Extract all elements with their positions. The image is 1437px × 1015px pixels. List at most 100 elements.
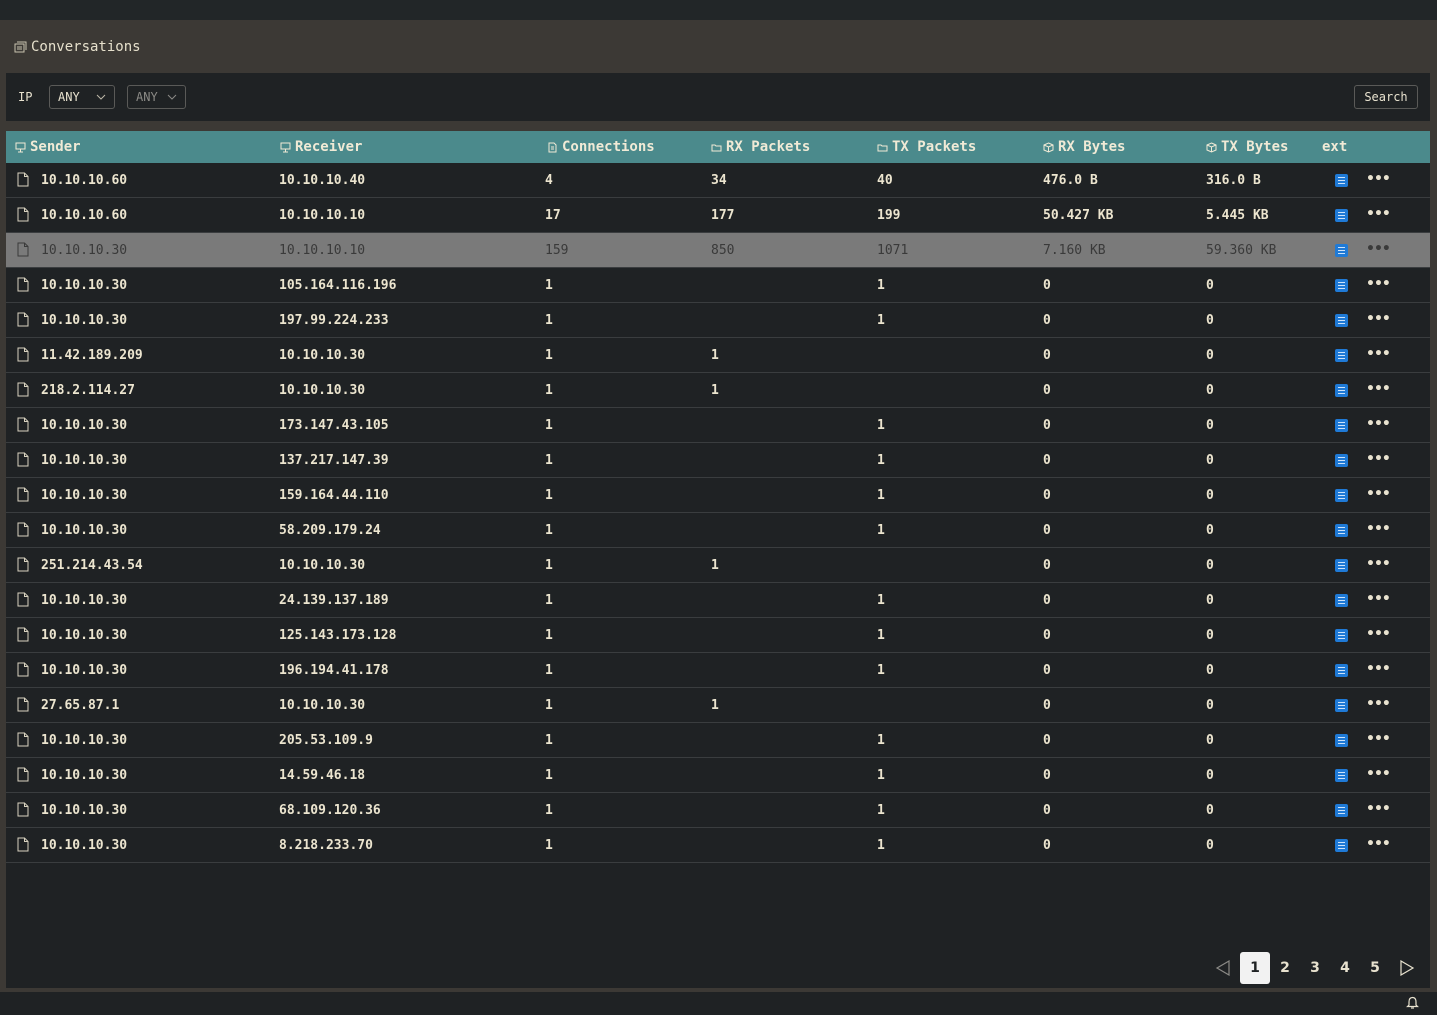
column-header-connections[interactable]: Connections [547,131,655,163]
ip-select-1-value: ANY [58,90,80,104]
more-options-icon[interactable]: ••• [1366,767,1391,782]
cell-receiver: 24.139.137.189 [279,592,389,608]
page-1-button[interactable]: 1 [1240,952,1270,984]
file-icon [17,242,29,257]
more-options-icon[interactable]: ••• [1366,802,1391,817]
column-header-tx-packets[interactable]: TX Packets [877,131,976,163]
more-options-icon[interactable]: ••• [1366,382,1391,397]
table-row[interactable]: 11.42.189.209 10.10.10.30 1 1 0 0 ••• [6,338,1430,373]
details-list-icon[interactable] [1335,384,1348,397]
details-list-icon[interactable] [1335,174,1348,187]
column-header-tx-bytes-label: TX Bytes [1221,139,1289,155]
details-list-icon[interactable] [1335,594,1348,607]
more-options-icon[interactable]: ••• [1366,662,1391,677]
more-options-icon[interactable]: ••• [1366,837,1391,852]
more-options-icon[interactable]: ••• [1366,417,1391,432]
table-row[interactable]: 218.2.114.27 10.10.10.30 1 1 0 0 ••• [6,373,1430,408]
page-3-button[interactable]: 3 [1300,952,1330,984]
details-list-icon[interactable] [1335,209,1348,222]
more-options-icon[interactable]: ••• [1366,312,1391,327]
more-options-icon[interactable]: ••• [1366,697,1391,712]
bell-icon[interactable] [1406,996,1419,1010]
table-row[interactable]: 10.10.10.60 10.10.10.10 17 177 199 50.427 KB 5… [6,198,1430,233]
table-row[interactable]: 10.10.10.30 197.99.224.233 1 1 0 0 ••• [6,303,1430,338]
more-options-icon[interactable]: ••• [1366,487,1391,502]
details-list-icon[interactable] [1335,244,1348,257]
cell-sender: 10.10.10.30 [41,522,128,538]
more-options-icon[interactable]: ••• [1366,207,1391,222]
cell-receiver: 159.164.44.110 [279,487,389,503]
table-row[interactable]: 10.10.10.30 10.10.10.10 159 850 1071 7.160 KB… [6,233,1430,268]
cell-receiver: 10.10.10.30 [279,697,366,713]
more-options-icon[interactable]: ••• [1366,242,1391,257]
more-options-icon[interactable]: ••• [1366,172,1391,187]
more-options-icon[interactable]: ••• [1366,522,1391,537]
details-list-icon[interactable] [1335,489,1348,502]
table-row[interactable]: 10.10.10.30 196.194.41.178 1 1 0 0 ••• [6,653,1430,688]
details-list-icon[interactable] [1335,559,1348,572]
more-options-icon[interactable]: ••• [1366,277,1391,292]
details-list-icon[interactable] [1335,454,1348,467]
cell-rx-bytes: 0 [1043,767,1051,783]
details-list-icon[interactable] [1335,699,1348,712]
chevron-down-icon [167,94,177,100]
file-icon [17,382,29,397]
table-row[interactable]: 10.10.10.30 105.164.116.196 1 1 0 0 ••• [6,268,1430,303]
cell-sender: 251.214.43.54 [41,557,143,573]
table-row[interactable]: 10.10.10.60 10.10.10.40 4 34 40 476.0 B 316.0 … [6,163,1430,198]
ip-select-2[interactable]: ANY [127,85,186,109]
column-header-rx-bytes[interactable]: RX Bytes [1043,131,1125,163]
table-row[interactable]: 10.10.10.30 68.109.120.36 1 1 0 0 ••• [6,793,1430,828]
file-icon [17,522,29,537]
details-list-icon[interactable] [1335,839,1348,852]
table-row[interactable]: 10.10.10.30 14.59.46.18 1 1 0 0 ••• [6,758,1430,793]
table-row[interactable]: 10.10.10.30 125.143.173.128 1 1 0 0 ••• [6,618,1430,653]
page-5-button[interactable]: 5 [1360,952,1390,984]
cell-receiver: 8.218.233.70 [279,837,373,853]
more-options-icon[interactable]: ••• [1366,347,1391,362]
table-row[interactable]: 27.65.87.1 10.10.10.30 1 1 0 0 ••• [6,688,1430,723]
column-header-tx-bytes[interactable]: TX Bytes [1206,131,1288,163]
column-header-ext-label: ext [1322,139,1348,155]
cell-rx-packets: 1 [711,557,719,573]
cell-tx-bytes: 316.0 B [1206,172,1261,188]
details-list-icon[interactable] [1335,349,1348,362]
page-2-button[interactable]: 2 [1270,952,1300,984]
previous-page-button[interactable] [1208,952,1238,984]
ip-select-1[interactable]: ANY [49,85,115,109]
cell-tx-packets: 1 [877,767,885,783]
more-options-icon[interactable]: ••• [1366,557,1391,572]
column-header-sender[interactable]: Sender [15,131,81,163]
details-list-icon[interactable] [1335,419,1348,432]
cell-tx-bytes: 0 [1206,452,1214,468]
cell-sender: 10.10.10.30 [41,452,128,468]
cell-sender: 10.10.10.30 [41,802,128,818]
details-list-icon[interactable] [1335,629,1348,642]
details-list-icon[interactable] [1335,524,1348,537]
next-page-button[interactable] [1392,952,1422,984]
table-row[interactable]: 10.10.10.30 159.164.44.110 1 1 0 0 ••• [6,478,1430,513]
table-row[interactable]: 10.10.10.30 137.217.147.39 1 1 0 0 ••• [6,443,1430,478]
table-row[interactable]: 10.10.10.30 173.147.43.105 1 1 0 0 ••• [6,408,1430,443]
details-list-icon[interactable] [1335,279,1348,292]
column-header-receiver[interactable]: Receiver [280,131,362,163]
details-list-icon[interactable] [1335,734,1348,747]
table-row[interactable]: 10.10.10.30 205.53.109.9 1 1 0 0 ••• [6,723,1430,758]
more-options-icon[interactable]: ••• [1366,627,1391,642]
column-header-rx-packets[interactable]: RX Packets [711,131,810,163]
table-row[interactable]: 10.10.10.30 8.218.233.70 1 1 0 0 ••• [6,828,1430,863]
details-list-icon[interactable] [1335,804,1348,817]
table-row[interactable]: 10.10.10.30 24.139.137.189 1 1 0 0 ••• [6,583,1430,618]
cell-receiver: 137.217.147.39 [279,452,389,468]
details-list-icon[interactable] [1335,314,1348,327]
search-button[interactable]: Search [1354,85,1418,109]
cell-rx-bytes: 7.160 KB [1043,242,1106,258]
table-row[interactable]: 251.214.43.54 10.10.10.30 1 1 0 0 ••• [6,548,1430,583]
table-row[interactable]: 10.10.10.30 58.209.179.24 1 1 0 0 ••• [6,513,1430,548]
more-options-icon[interactable]: ••• [1366,452,1391,467]
details-list-icon[interactable] [1335,664,1348,677]
page-4-button[interactable]: 4 [1330,952,1360,984]
more-options-icon[interactable]: ••• [1366,592,1391,607]
more-options-icon[interactable]: ••• [1366,732,1391,747]
details-list-icon[interactable] [1335,769,1348,782]
